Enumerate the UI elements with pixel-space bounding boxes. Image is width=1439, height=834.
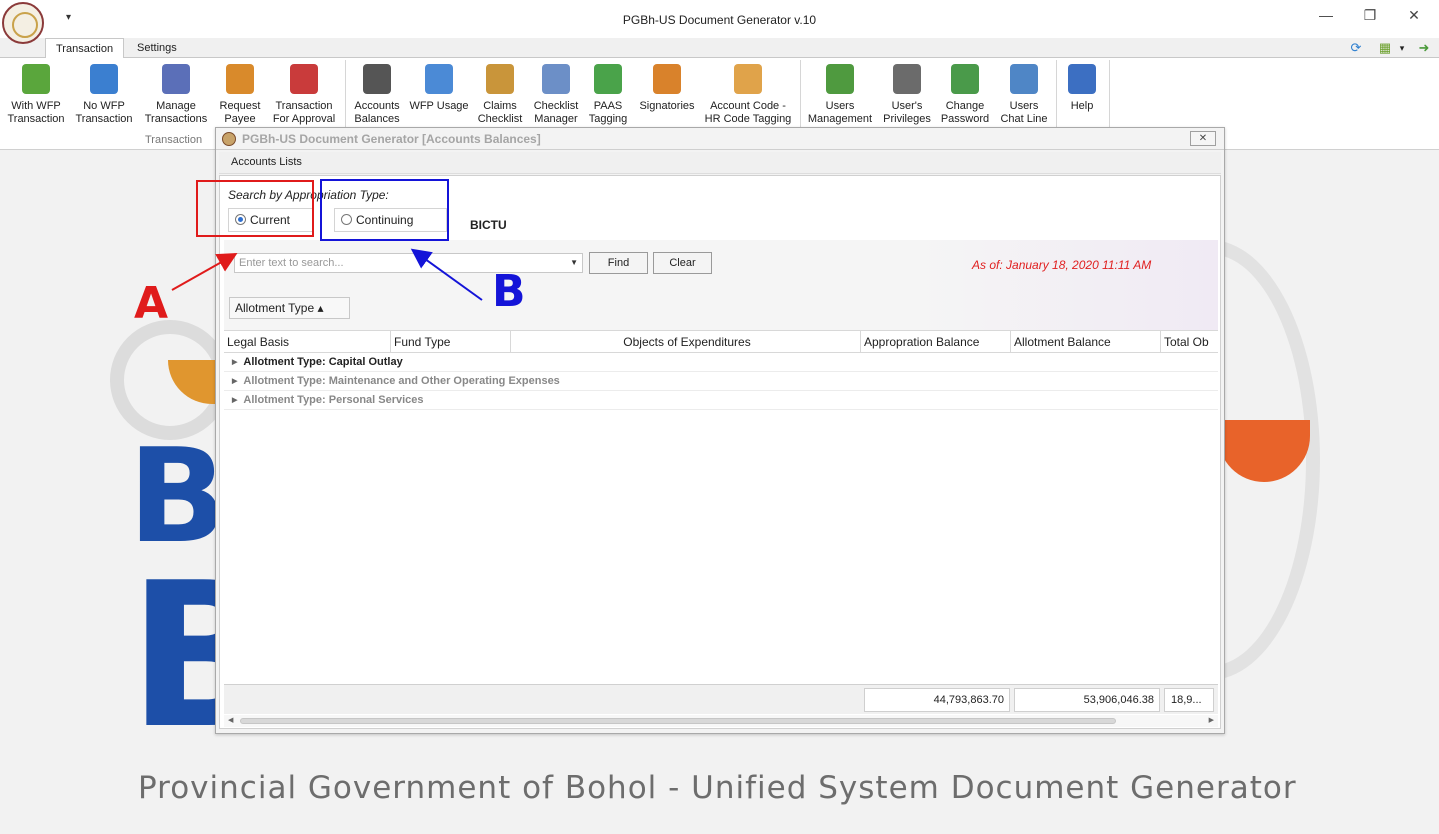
annotation-letter-a: A (134, 278, 169, 329)
app-logo (2, 2, 44, 44)
annotation-arrow-a (171, 253, 238, 291)
annotation-arrow-b (410, 248, 483, 301)
annotation-letter-b: B (492, 266, 526, 317)
annotation-arrows (171, 248, 483, 301)
